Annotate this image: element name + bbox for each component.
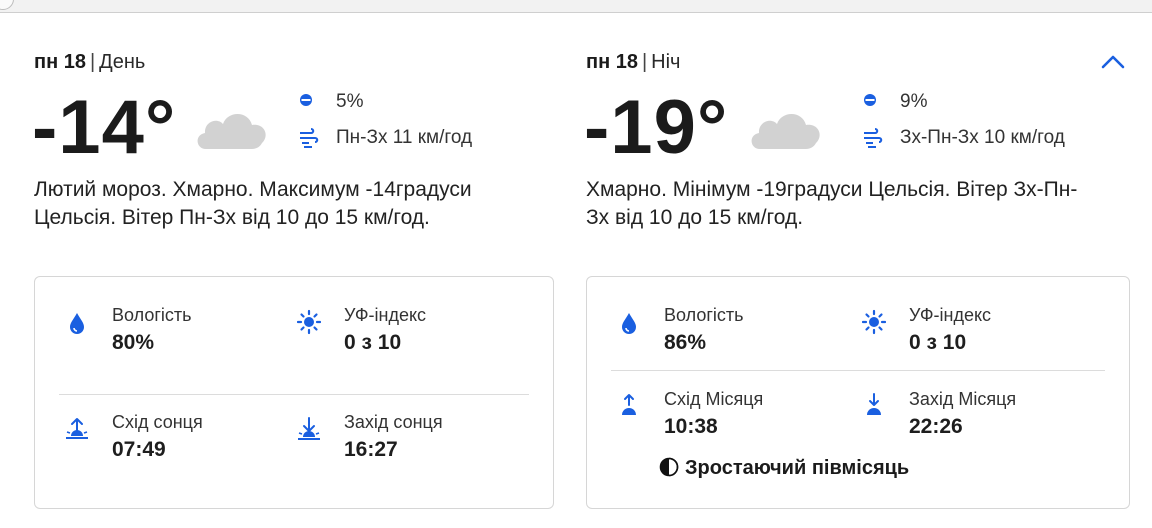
moonset-value: 22:26 xyxy=(909,415,963,438)
forecast-description: Лютий мороз. Хмарно. Максимум -14градуси… xyxy=(34,178,472,229)
humidity-label: Вологість xyxy=(664,305,744,325)
collapse-button[interactable] xyxy=(1100,51,1126,73)
sunrise-icon xyxy=(66,418,88,439)
moonset-label: Захід Місяця xyxy=(909,389,1017,409)
moon-phase: Зростаючий півмісяць xyxy=(659,457,909,480)
date-label: пн 18 xyxy=(586,51,638,73)
cloud-icon xyxy=(197,114,266,149)
sunrise-label: Схід сонця xyxy=(112,412,203,432)
precipitation-dot-icon xyxy=(300,94,312,106)
precipitation-value: 5% xyxy=(336,91,364,112)
sun-uv-icon xyxy=(862,309,886,335)
water-drop-icon xyxy=(70,313,84,334)
temperature: -19° xyxy=(584,85,729,170)
details-panel: Вологість 80% УФ-індекс 0 з 10 Схід сонц… xyxy=(34,276,554,509)
wind-icon xyxy=(300,128,319,148)
moonset-icon xyxy=(867,393,881,415)
half-moon-icon xyxy=(659,457,679,477)
uv-index-label: УФ-індекс xyxy=(344,305,427,325)
daily-forecast-card: пн 18 | День -14° 5% Пн-Зх 11 км/год Лют… xyxy=(0,13,1152,528)
moonrise-icon xyxy=(622,394,636,415)
details-divider xyxy=(59,394,529,395)
moonrise-label: Схід Місяця xyxy=(664,389,764,409)
sunset-icon xyxy=(298,417,320,440)
moon-phase-label: Зростаючий півмісяць xyxy=(685,457,910,479)
details-panel: Вологість 86% УФ-індекс 0 з 10 Схід Міся… xyxy=(586,276,1130,509)
uv-index-value: 0 з 10 xyxy=(909,331,967,354)
sunset-label: Захід сонця xyxy=(344,412,443,432)
sun-uv-icon xyxy=(297,309,321,335)
uv-index-label: УФ-індекс xyxy=(909,305,992,325)
wind-icon xyxy=(864,128,883,148)
period-header: пн 18 | День xyxy=(34,51,145,74)
period-header: пн 18 | Ніч xyxy=(586,51,680,74)
chevron-up-icon xyxy=(1101,55,1125,69)
browser-button-edge xyxy=(0,0,14,10)
water-drop-icon xyxy=(622,313,636,334)
period-label: День xyxy=(99,51,146,73)
temperature: -14° xyxy=(32,85,177,170)
uv-index-value: 0 з 10 xyxy=(344,331,402,354)
separator: | xyxy=(641,51,648,73)
details-divider xyxy=(611,370,1105,371)
browser-top-edge xyxy=(0,0,1152,13)
wind-value: Зх-Пн-Зх 10 км/год xyxy=(900,127,1065,148)
sunrise-value: 07:49 xyxy=(112,438,166,461)
separator: | xyxy=(89,51,96,73)
precipitation-value: 9% xyxy=(900,91,928,112)
humidity-label: Вологість xyxy=(112,305,192,325)
forecast-description: Хмарно. Мінімум -19градуси Цельсія. Віте… xyxy=(586,178,1078,229)
sunset-value: 16:27 xyxy=(344,438,398,461)
period-label: Ніч xyxy=(651,51,681,73)
humidity-value: 80% xyxy=(112,331,155,354)
wind-value: Пн-Зх 11 км/год xyxy=(336,127,473,148)
cloud-icon xyxy=(751,114,820,149)
date-label: пн 18 xyxy=(34,51,86,73)
humidity-value: 86% xyxy=(664,331,707,354)
precipitation-dot-icon xyxy=(864,94,876,106)
moonrise-value: 10:38 xyxy=(664,415,718,438)
